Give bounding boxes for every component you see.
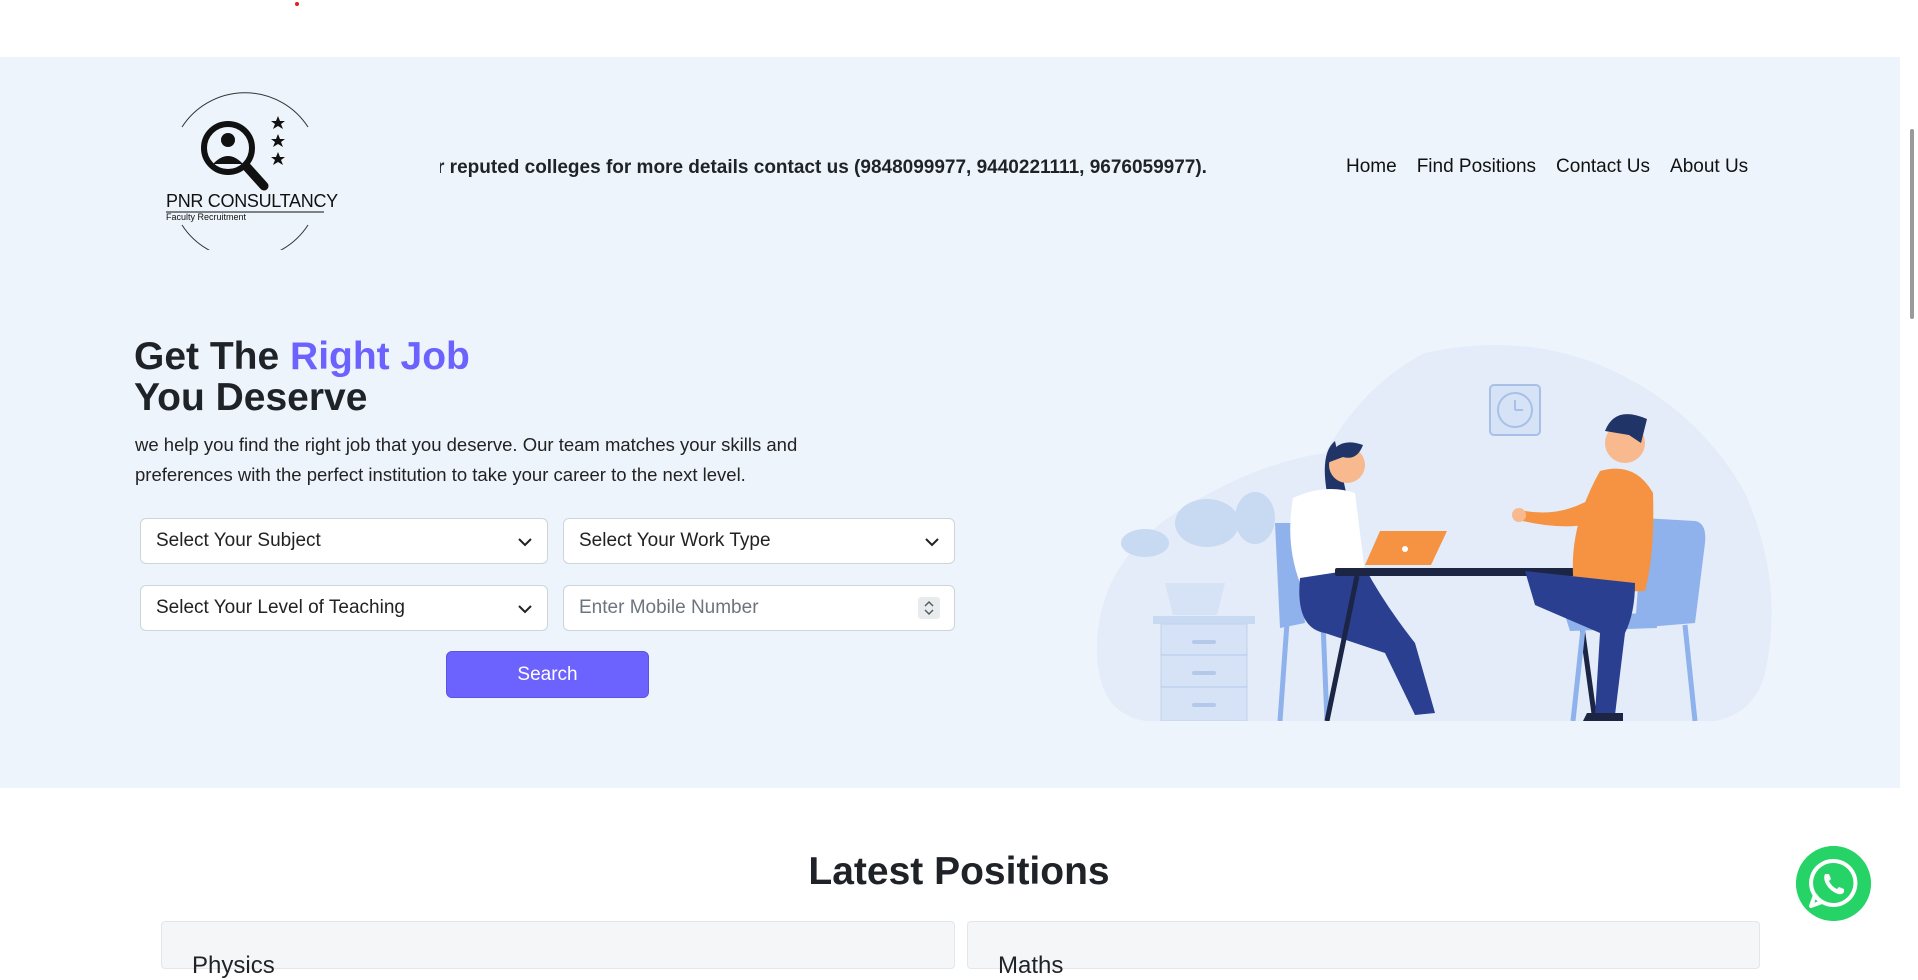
main-nav: Home Find Positions Contact Us About Us: [1346, 156, 1748, 178]
hero-description: we help you find the right job that you …: [135, 434, 798, 485]
number-spinner-icon[interactable]: [918, 597, 940, 619]
position-card-title: Maths: [998, 952, 1064, 979]
scrollbar-thumb[interactable]: [1910, 129, 1914, 319]
subject-select-value: Select Your Subject: [156, 530, 321, 551]
logo-brand-text: PNR CONSULTANCY: [166, 191, 338, 211]
work-type-select-value: Select Your Work Type: [579, 530, 771, 551]
position-card-maths[interactable]: Maths: [967, 921, 1760, 979]
whatsapp-icon[interactable]: [1796, 846, 1871, 921]
position-card-physics[interactable]: Physics: [161, 921, 955, 979]
mobile-number-placeholder: Enter Mobile Number: [579, 597, 759, 618]
logo-tagline: Faculty Recruitment: [166, 212, 247, 222]
nav-contact-us[interactable]: Contact Us: [1556, 156, 1650, 178]
subject-select[interactable]: Select Your Subject: [140, 518, 548, 564]
search-button[interactable]: Search: [446, 651, 649, 698]
hero-title-accent: Right Job: [290, 335, 470, 378]
hero-title-plain: Get The: [134, 335, 291, 378]
announcement-marquee: r reputed colleges for more details cont…: [440, 155, 1230, 185]
nav-home[interactable]: Home: [1346, 156, 1397, 178]
scrollbar[interactable]: [1900, 57, 1918, 969]
work-type-select[interactable]: Select Your Work Type: [563, 518, 955, 564]
top-strip: [0, 0, 1918, 57]
chevron-down-icon: [518, 538, 532, 547]
chevron-down-icon: [518, 605, 532, 614]
red-dot: [295, 2, 299, 6]
level-select-value: Select Your Level of Teaching: [156, 597, 405, 618]
interview-illustration: [1096, 345, 1772, 721]
nav-about-us[interactable]: About Us: [1670, 156, 1748, 178]
latest-positions-title: Latest Positions: [808, 850, 1110, 893]
marquee-text: r reputed colleges for more details cont…: [440, 157, 1207, 178]
chevron-down-icon: [925, 538, 939, 547]
hero-title-line2: You Deserve: [134, 376, 368, 419]
mobile-number-input[interactable]: Enter Mobile Number: [563, 585, 955, 631]
nav-find-positions[interactable]: Find Positions: [1417, 156, 1536, 178]
position-card-title: Physics: [192, 952, 275, 979]
level-select[interactable]: Select Your Level of Teaching: [140, 585, 548, 631]
hero-title: Get The Right Job You Deserve: [134, 336, 470, 418]
logo-icon[interactable]: [160, 90, 330, 250]
